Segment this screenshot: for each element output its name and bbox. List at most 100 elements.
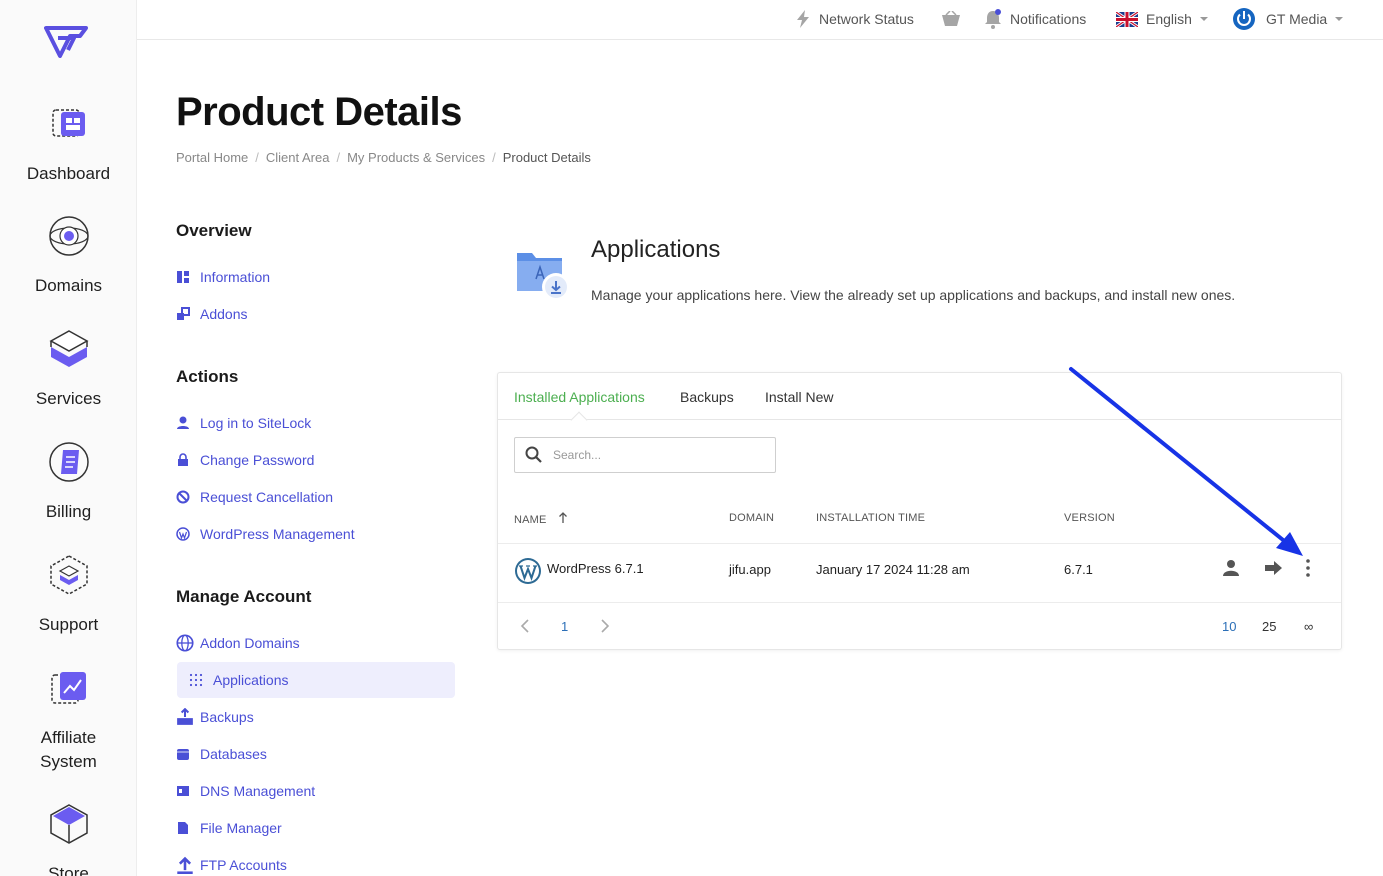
language-label: English xyxy=(1146,11,1192,27)
brand-logo[interactable] xyxy=(44,22,88,58)
rail-item-store[interactable]: Store xyxy=(0,802,137,876)
sidebar-item-label: Addons xyxy=(200,306,248,322)
basket-icon xyxy=(942,11,960,26)
rail-item-support[interactable]: Support xyxy=(0,553,137,637)
actions-heading: Actions xyxy=(176,367,239,386)
sidebar-item-information[interactable]: Information xyxy=(176,267,270,287)
power-icon xyxy=(1233,8,1255,30)
breadcrumb-my-products[interactable]: My Products & Services xyxy=(347,150,485,165)
sidebar-item-change-password[interactable]: Change Password xyxy=(176,450,314,470)
rail-label: Affiliate System xyxy=(40,728,97,771)
manage-account-heading: Manage Account xyxy=(176,587,312,606)
breadcrumb-separator: / xyxy=(492,150,496,165)
app-version-cell: 6.7.1 xyxy=(1064,562,1093,577)
upload-tray-icon xyxy=(177,708,193,725)
tab-install-new[interactable]: Install New xyxy=(765,389,833,405)
row-divider xyxy=(498,602,1341,603)
app-name-cell[interactable]: WordPress 6.7.1 xyxy=(547,561,644,576)
breadcrumb-portal-home[interactable]: Portal Home xyxy=(176,150,248,165)
chevron-down-icon xyxy=(1199,17,1208,21)
sidebar-item-dns-management[interactable]: DNS Management xyxy=(176,781,315,801)
support-icon xyxy=(49,555,88,595)
pagination-page-1[interactable]: 1 xyxy=(561,619,568,634)
rail-item-billing[interactable]: Billing xyxy=(0,440,137,524)
rail-label: Services xyxy=(35,389,102,408)
chevron-right-icon[interactable] xyxy=(600,619,610,633)
database-icon xyxy=(177,749,189,760)
rail-item-dashboard[interactable]: Dashboard xyxy=(0,102,137,186)
search-input[interactable] xyxy=(553,448,753,462)
rail-item-affiliate-system[interactable]: Affiliate System xyxy=(0,666,137,774)
column-header-label: NAME xyxy=(514,514,547,526)
column-header-installation-time[interactable]: INSTALLATION TIME xyxy=(816,512,925,524)
sidebar-item-addon-domains[interactable]: Addon Domains xyxy=(176,633,300,653)
page-size-10[interactable]: 10 xyxy=(1222,619,1236,634)
dashboard-icon xyxy=(51,109,85,137)
chevron-left-icon[interactable] xyxy=(520,619,530,633)
layers-icon xyxy=(48,330,89,367)
notifications-link[interactable]: Notifications xyxy=(984,0,1086,38)
applications-description: Manage your applications here. View the … xyxy=(591,287,1236,303)
sidebar-item-label: Request Cancellation xyxy=(200,489,334,505)
sidebar-item-label: Addon Domains xyxy=(200,635,300,651)
rail-item-services[interactable]: Services xyxy=(0,327,137,411)
page-size-all[interactable]: ∞ xyxy=(1304,619,1313,634)
tab-bar: Installed Applications Backups Install N… xyxy=(498,373,1341,420)
wordpress-icon xyxy=(176,527,190,541)
sidebar-item-file-manager[interactable]: File Manager xyxy=(176,818,282,838)
addons-icon xyxy=(177,307,190,320)
rail-label: Dashboard xyxy=(26,164,111,183)
sidebar-item-databases[interactable]: Databases xyxy=(176,744,267,764)
language-selector[interactable]: English xyxy=(1116,0,1208,38)
box-icon xyxy=(49,804,88,844)
dns-icon xyxy=(177,786,189,796)
rail-label: Billing xyxy=(45,502,92,521)
page-title: Product Details xyxy=(176,90,462,134)
grid-dots-icon xyxy=(189,673,203,687)
sidebar-item-label: Information xyxy=(200,269,271,285)
search-box[interactable] xyxy=(514,437,776,473)
admin-login-icon[interactable] xyxy=(1221,558,1241,578)
lock-icon xyxy=(178,453,188,466)
user-icon xyxy=(177,416,189,429)
go-to-site-arrow-icon[interactable] xyxy=(1264,558,1284,578)
rail-item-domains[interactable]: Domains xyxy=(0,214,137,298)
tab-installed-applications[interactable]: Installed Applications xyxy=(514,389,645,405)
breadcrumb-client-area[interactable]: Client Area xyxy=(266,150,330,165)
app-domain-cell: jifu.app xyxy=(729,562,771,577)
sidebar-item-backups[interactable]: Backups xyxy=(176,707,254,727)
sidebar-item-applications[interactable]: Applications xyxy=(177,662,455,698)
breadcrumb-separator: / xyxy=(255,150,259,165)
overview-heading: Overview xyxy=(176,221,252,240)
sidebar-item-sitelock[interactable]: Log in to SiteLock xyxy=(176,413,311,433)
more-options-icon[interactable] xyxy=(1298,558,1318,578)
applications-title: Applications xyxy=(591,236,721,263)
ban-icon xyxy=(176,490,190,504)
account-menu[interactable]: GT Media xyxy=(1232,0,1344,38)
search-icon xyxy=(525,446,542,463)
sidebar-item-label: Databases xyxy=(200,746,267,762)
sidebar-item-wordpress-management[interactable]: WordPress Management xyxy=(176,524,355,544)
sidebar-item-request-cancellation[interactable]: Request Cancellation xyxy=(176,487,333,507)
upload-icon xyxy=(177,856,193,874)
cart-button[interactable] xyxy=(941,0,969,38)
network-status-link[interactable]: Network Status xyxy=(795,0,914,38)
tab-backups[interactable]: Backups xyxy=(680,389,734,405)
page-size-25[interactable]: 25 xyxy=(1262,619,1276,634)
globe-icon xyxy=(48,216,89,256)
applications-panel: Installed Applications Backups Install N… xyxy=(497,372,1342,650)
breadcrumb: Portal Home / Client Area / My Products … xyxy=(176,150,591,165)
row-divider xyxy=(498,543,1341,544)
sidebar-item-addons[interactable]: Addons xyxy=(176,304,247,324)
billing-icon xyxy=(48,442,89,482)
column-header-name[interactable]: NAME xyxy=(514,512,568,526)
rail-label: Store xyxy=(48,864,89,876)
rail-label: Support xyxy=(38,615,99,634)
app-installation-time-cell: January 17 2024 11:28 am xyxy=(816,562,970,577)
column-header-version[interactable]: VERSION xyxy=(1064,512,1115,524)
wordpress-logo-icon xyxy=(515,558,541,584)
sidebar-item-ftp-accounts[interactable]: FTP Accounts xyxy=(176,855,287,875)
column-header-domain[interactable]: DOMAIN xyxy=(729,512,774,524)
left-rail: Dashboard Domains Services Billing Suppo… xyxy=(0,0,137,876)
top-bar: Network Status Notifications English GT … xyxy=(137,0,1383,40)
